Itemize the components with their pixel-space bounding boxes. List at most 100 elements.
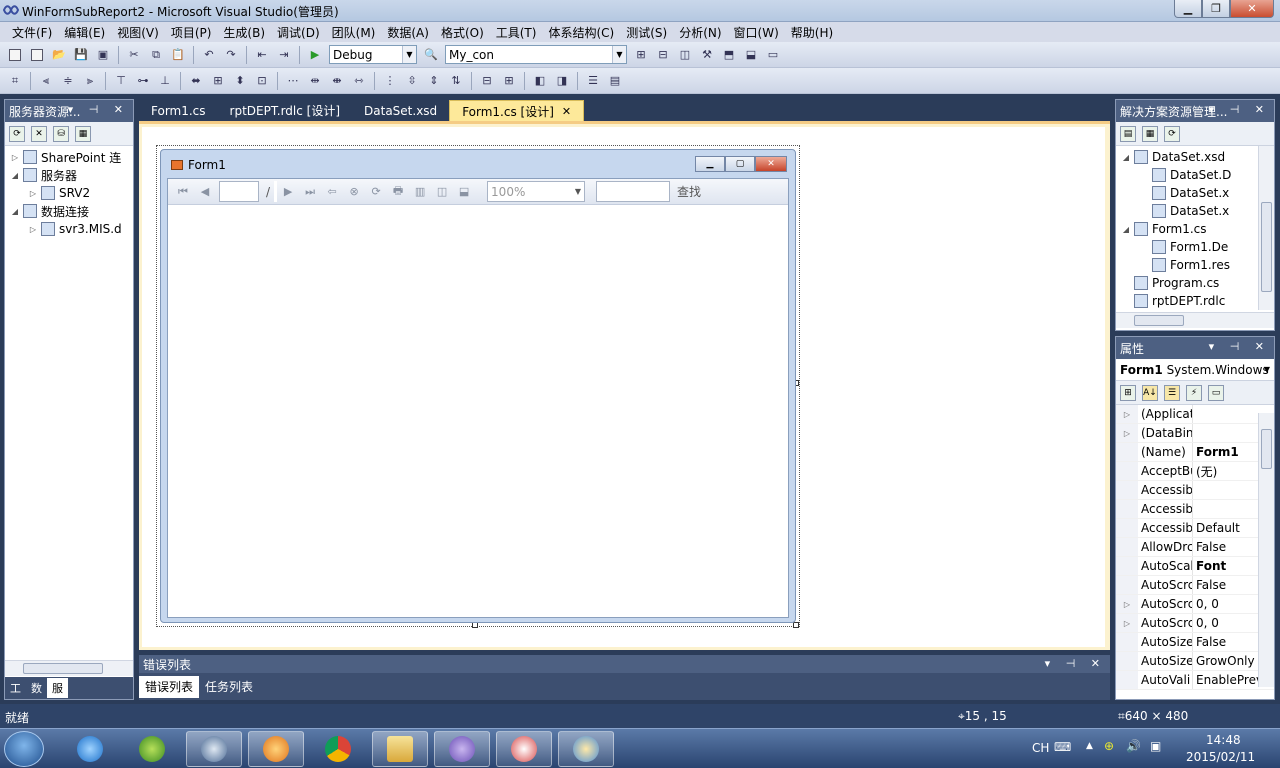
save-icon[interactable]: 💾 — [72, 46, 90, 64]
explorer-taskbar-icon[interactable] — [372, 731, 428, 767]
menu-item[interactable]: 生成(B) — [217, 24, 271, 41]
property-row[interactable]: AcceptBu (无) — [1116, 462, 1274, 481]
zoom-select[interactable]: 100% ▼ — [487, 181, 586, 202]
extension-manager-icon[interactable]: ⬒ — [720, 46, 738, 64]
property-expander-icon[interactable] — [1116, 462, 1138, 480]
toolbox-icon[interactable]: ⚒ — [698, 46, 716, 64]
show-hidden-icons-icon[interactable]: ▲ — [1086, 741, 1093, 751]
property-expander-icon[interactable]: ▷ — [1116, 614, 1138, 632]
center-horizontally-icon[interactable]: ⊟ — [478, 72, 496, 90]
paste-icon[interactable]: 📋 — [169, 46, 187, 64]
show-all-files-icon[interactable]: ▤ — [1120, 125, 1136, 142]
menu-item[interactable]: 调试(D) — [271, 24, 326, 41]
stop-refresh-icon[interactable]: ✕ — [31, 125, 47, 142]
last-page-icon[interactable]: ⏭ — [302, 184, 318, 200]
vertical-scrollbar[interactable] — [1258, 413, 1274, 687]
tree-expander-icon[interactable]: ◢ — [1120, 153, 1132, 162]
redo-icon[interactable]: ↷ — [222, 46, 240, 64]
chrome-taskbar-icon[interactable] — [310, 731, 366, 767]
panel-controls[interactable]: ▾ ⊣ ✕ — [1209, 103, 1270, 116]
menu-item[interactable]: 工具(T) — [490, 24, 543, 41]
property-row[interactable]: AllowDrc False — [1116, 538, 1274, 557]
error-list-tab[interactable]: 任务列表 — [199, 676, 259, 698]
back-icon[interactable]: ⇦ — [324, 184, 340, 200]
tree-expander-icon[interactable]: ▷ — [9, 153, 21, 162]
align-bottoms-icon[interactable]: ⊥ — [156, 72, 174, 90]
solution-config-select[interactable]: Debug ▼ — [329, 45, 417, 64]
solution-explorer-node[interactable]: DataSet.D — [1116, 166, 1274, 184]
minimize-button[interactable]: ▁ — [1174, 0, 1202, 18]
remove-v-spacing-icon[interactable]: ⇅ — [447, 72, 465, 90]
visual-studio-taskbar-icon[interactable] — [434, 731, 490, 767]
property-expander-icon[interactable] — [1116, 538, 1138, 556]
document-tab[interactable]: Form1.cs [设计] ✕ — [449, 100, 585, 121]
vertical-scrollbar[interactable] — [1258, 146, 1274, 310]
property-row[interactable]: Accessibl — [1116, 500, 1274, 519]
start-button[interactable] — [4, 731, 44, 767]
ie-taskbar-icon[interactable] — [62, 731, 118, 767]
property-expander-icon[interactable] — [1116, 576, 1138, 594]
parrot-app-taskbar-icon[interactable] — [124, 731, 180, 767]
make-same-width-icon[interactable]: ⬌ — [187, 72, 205, 90]
property-expander-icon[interactable]: ▷ — [1116, 405, 1138, 423]
menu-item[interactable]: 数据(A) — [381, 24, 435, 41]
property-expander-icon[interactable] — [1116, 633, 1138, 651]
make-same-size-icon[interactable]: ⊡ — [253, 72, 271, 90]
tree-expander-icon[interactable]: ▷ — [27, 189, 39, 198]
properties-icon[interactable]: ▦ — [1142, 125, 1158, 142]
form-maximize-button[interactable]: ▢ — [725, 156, 755, 172]
property-row[interactable]: AutoVali EnablePrev — [1116, 671, 1274, 690]
property-row[interactable]: AutoScal Font — [1116, 557, 1274, 576]
events-icon[interactable]: ⚡ — [1186, 384, 1202, 401]
tree-expander-icon[interactable]: ▷ — [27, 225, 39, 234]
print-layout-icon[interactable]: ▥ — [412, 184, 428, 200]
previous-page-icon[interactable]: ◀ — [197, 184, 213, 200]
solution-explorer-node[interactable]: DataSet.x — [1116, 184, 1274, 202]
clock-date[interactable]: 2015/02/11 — [1186, 750, 1255, 764]
clock-time[interactable]: 14:48 — [1206, 733, 1241, 747]
menu-item[interactable]: 测试(S) — [620, 24, 673, 41]
left-bottom-tab[interactable]: 工 — [5, 680, 26, 696]
menu-item[interactable]: 帮助(H) — [785, 24, 839, 41]
solution-explorer-icon[interactable]: ⊞ — [632, 46, 650, 64]
find-in-files-icon[interactable]: 🔍 — [422, 46, 440, 64]
navigate-forward-icon[interactable]: ⇥ — [275, 46, 293, 64]
menu-item[interactable]: 编辑(E) — [58, 24, 111, 41]
mail-app-taskbar-icon[interactable] — [186, 731, 242, 767]
solution-explorer-node[interactable]: Form1.De — [1116, 238, 1274, 256]
find-text-input[interactable] — [596, 181, 671, 202]
server-explorer-node[interactable]: ◢ 数据连接 — [5, 202, 133, 220]
panel-controls[interactable]: ▾ ⊣ ✕ — [68, 103, 129, 116]
close-button[interactable]: ✕ — [1230, 0, 1274, 18]
refresh-icon[interactable]: ⟳ — [1164, 125, 1180, 142]
keyboard-icon[interactable]: ⌨ — [1054, 740, 1071, 754]
new-project-icon[interactable] — [6, 46, 24, 64]
start-debug-icon[interactable]: ▶ — [306, 46, 324, 64]
align-rights-icon[interactable]: ⫸ — [81, 72, 99, 90]
panel-controls[interactable]: ▾ ⊣ ✕ — [1045, 657, 1106, 670]
increase-v-spacing-icon[interactable]: ⇳ — [403, 72, 421, 90]
property-row[interactable]: (Name) Form1 — [1116, 443, 1274, 462]
property-row[interactable]: ▷ AutoScrc 0, 0 — [1116, 595, 1274, 614]
menu-item[interactable]: 项目(P) — [165, 24, 218, 41]
property-row[interactable]: ▷ AutoScrc 0, 0 — [1116, 614, 1274, 633]
property-expander-icon[interactable] — [1116, 671, 1138, 689]
align-to-grid-icon[interactable]: ⌗ — [6, 72, 24, 90]
send-to-back-icon[interactable]: ◨ — [553, 72, 571, 90]
property-row[interactable]: Accessibl — [1116, 481, 1274, 500]
save-all-icon[interactable]: ▣ — [94, 46, 112, 64]
refresh-icon[interactable]: ⟳ — [9, 125, 25, 142]
property-expander-icon[interactable] — [1116, 500, 1138, 518]
menu-item[interactable]: 团队(M) — [326, 24, 382, 41]
solution-explorer-node[interactable]: ◢ Form1.cs — [1116, 220, 1274, 238]
tree-expander-icon[interactable]: ◢ — [9, 171, 21, 180]
solution-explorer-node[interactable]: Form1.res — [1116, 256, 1274, 274]
property-row[interactable]: ▷ (Applicat — [1116, 405, 1274, 424]
language-indicator[interactable]: CH — [1032, 741, 1049, 755]
property-expander-icon[interactable] — [1116, 652, 1138, 670]
align-middles-icon[interactable]: ⊶ — [134, 72, 152, 90]
network-icon[interactable]: ▣ — [1150, 739, 1161, 753]
undo-icon[interactable]: ↶ — [200, 46, 218, 64]
align-lefts-icon[interactable]: ⫷ — [37, 72, 55, 90]
first-page-icon[interactable]: ⏮ — [175, 184, 191, 200]
